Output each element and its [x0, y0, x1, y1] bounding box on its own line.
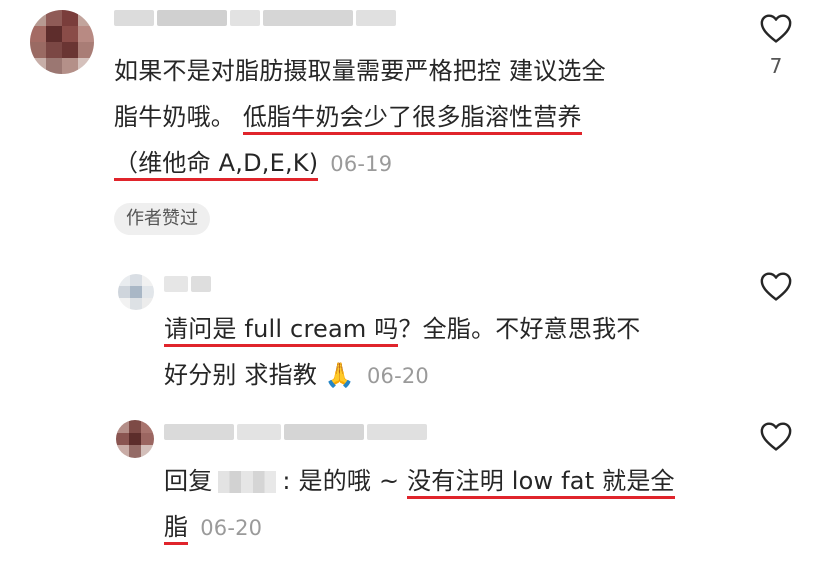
comment-line: 脂 06-20 [164, 504, 675, 551]
pray-emoji: 🙏 [324, 361, 355, 389]
author-liked-badge: 作者赞过 [114, 203, 210, 235]
mentioned-username-redacted[interactable] [218, 471, 277, 493]
comment-line: 如果不是对脂肪摄取量需要严格把控 建议选全 [114, 57, 606, 85]
comment-line: （维他命 A,D,E,K) 06-19 [114, 140, 606, 187]
comment-text: 脂牛奶哦。 [114, 103, 243, 131]
highlighted-text: 没有注明 low fat 就是全 [407, 467, 675, 499]
comment-line: 请问是 full cream 吗？全脂。不好意思我不 [164, 306, 640, 352]
username-redacted[interactable] [164, 424, 427, 440]
reply-prefix: 回复 [164, 467, 213, 495]
comment-text: : 是的哦 ~ [282, 467, 408, 495]
highlighted-text: 低脂牛奶会少了很多脂溶性营养 [242, 103, 582, 135]
like-button[interactable]: 7 [756, 12, 796, 78]
comment-text: ？全脂。不好意思我不 [398, 315, 641, 343]
highlighted-text: 脂 [164, 513, 189, 545]
username-redacted[interactable] [164, 276, 211, 292]
avatar[interactable] [116, 420, 154, 458]
avatar[interactable] [118, 274, 154, 310]
reply-body: 回复 : 是的哦 ~ 没有注明 low fat 就是全 脂 06-20 [164, 458, 675, 551]
username-redacted[interactable] [114, 10, 396, 26]
highlighted-text: （维他命 A,D,E,K) [114, 149, 319, 181]
comment-line: 好分别 求指教 🙏 06-20 [164, 352, 640, 399]
timestamp: 06-20 [200, 516, 263, 540]
like-button[interactable] [756, 270, 796, 306]
heart-outline-icon[interactable] [759, 12, 793, 44]
comment-line: 脂牛奶哦。 低脂牛奶会少了很多脂溶性营养 [114, 94, 606, 140]
comment-text: 好分别 求指教 [164, 361, 325, 389]
avatar[interactable] [30, 10, 94, 74]
like-count: 7 [769, 54, 783, 78]
like-button[interactable] [756, 420, 796, 456]
highlighted-text: 请问是 full cream 吗 [164, 315, 399, 347]
timestamp: 06-20 [366, 364, 429, 388]
heart-outline-icon[interactable] [759, 270, 793, 302]
comment-body: 如果不是对脂肪摄取量需要严格把控 建议选全 脂牛奶哦。 低脂牛奶会少了很多脂溶性… [114, 48, 606, 187]
reply-body: 请问是 full cream 吗？全脂。不好意思我不 好分别 求指教 🙏 06-2… [164, 306, 640, 399]
timestamp: 06-19 [330, 152, 393, 176]
heart-outline-icon[interactable] [759, 420, 793, 452]
comment-line: 回复 : 是的哦 ~ 没有注明 low fat 就是全 [164, 458, 675, 504]
